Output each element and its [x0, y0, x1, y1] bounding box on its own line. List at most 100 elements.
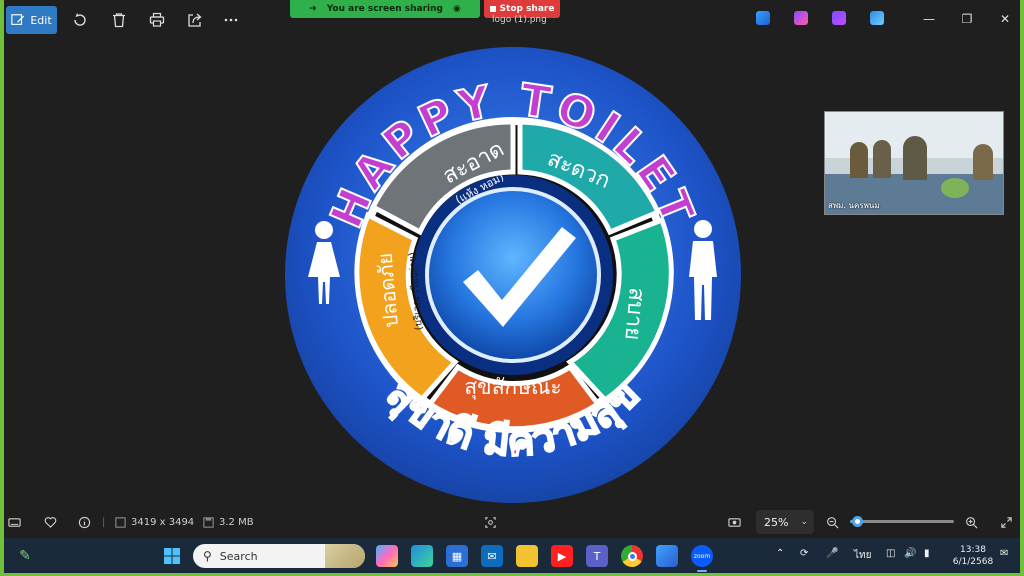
edit-label: Edit [30, 13, 52, 27]
restore-button[interactable]: ❐ [954, 8, 980, 30]
file-size-value: 3.2 MB [219, 516, 254, 528]
taskbar: ✎ ⚲ Search ▦ ✉ ▶ T zoom ⌃ ⟳ 🎤 ไทย ◫ 🔊 ▮ … [4, 538, 1020, 573]
language-indicator[interactable]: ไทย [854, 548, 871, 563]
edit-icon [11, 14, 25, 25]
fit-window-icon [728, 517, 741, 527]
share-button[interactable] [181, 6, 209, 34]
happy-toilet-logo: HAPPY TOILET สุขาดี มีความสุข สะอาด (แห้… [285, 47, 741, 503]
notifications-icon[interactable]: ✉ [1000, 548, 1008, 559]
close-icon: ✕ [999, 12, 1011, 26]
print-icon [149, 12, 165, 27]
designer-icon[interactable] [794, 11, 808, 25]
minimize-button[interactable]: — [916, 8, 942, 30]
taskbar-clock[interactable]: 13:38 6/1/2568 [950, 544, 996, 568]
zoom-slider-thumb[interactable] [852, 516, 864, 527]
stop-icon [489, 6, 496, 12]
microphone-icon[interactable]: 🎤 [826, 548, 838, 559]
print-button[interactable] [143, 6, 171, 34]
chrome-icon [627, 551, 637, 561]
sync-icon[interactable]: ⟳ [800, 548, 808, 559]
video-person [873, 140, 891, 178]
edit-button[interactable]: Edit [6, 6, 57, 34]
dimensions-icon [115, 516, 126, 528]
taskbar-app-zoom[interactable]: zoom [691, 545, 713, 567]
search-icon: ⚲ [203, 549, 212, 563]
zoom-slider[interactable] [850, 516, 954, 527]
fullscreen-button[interactable] [1000, 514, 1013, 530]
zoom-icon: zoom [693, 552, 711, 560]
taskbar-app-teams[interactable]: T [586, 545, 608, 567]
network-icon[interactable]: ◫ [886, 548, 895, 559]
favorite-button[interactable] [44, 514, 57, 530]
taskbar-search[interactable]: ⚲ Search [193, 544, 365, 568]
participant-name: สพม. นครพนม [828, 201, 880, 210]
pen-icon: ✎ [19, 548, 31, 564]
clock-time: 13:38 [960, 545, 986, 555]
photos-app-icon[interactable] [756, 11, 770, 25]
share-arrow-icon: ➜ [309, 4, 317, 14]
onedrive-icon[interactable] [870, 11, 884, 25]
participant-video[interactable]: สพม. นครพนม [824, 111, 1004, 215]
screen-sharing-banner[interactable]: ➜ You are screen sharing ◉ [290, 0, 480, 18]
zoom-in-button[interactable] [965, 514, 978, 530]
trash-icon [113, 13, 125, 28]
filmstrip-button[interactable] [8, 514, 21, 530]
zoom-out-button[interactable] [826, 514, 839, 530]
search-highlight-image [325, 544, 365, 568]
file-size: 3.2 MB [202, 514, 254, 530]
save-icon [203, 516, 214, 528]
more-icon [224, 18, 238, 22]
outlook-icon: ✉ [487, 549, 497, 563]
file-info-button[interactable] [78, 514, 91, 530]
zoom-level-value: 25% [764, 515, 789, 529]
toolbar: Edit ➜ You are screen sharing ◉ Stop sha… [4, 0, 1020, 40]
zoom-level-select[interactable]: 25% ⌄ [756, 510, 814, 534]
taskbar-app-chrome[interactable] [621, 545, 643, 567]
battery-icon[interactable]: ▮ [924, 548, 930, 559]
fit-to-window-button[interactable] [728, 514, 741, 530]
video-person [973, 144, 993, 180]
filmstrip-icon [8, 517, 21, 527]
crop-button[interactable] [484, 514, 497, 530]
video-flowers [941, 178, 969, 198]
share-icon [188, 13, 202, 27]
divider: | [102, 516, 106, 528]
file-name: logo (1).png [492, 15, 547, 25]
show-hidden-icons[interactable]: ⌃ [776, 548, 784, 559]
info-icon [78, 516, 91, 528]
video-person [850, 142, 868, 178]
segment-label-hygiene: สุขลักษณะ [464, 375, 561, 400]
start-button[interactable] [161, 545, 183, 567]
status-bar: | 3419 x 3494 3.2 MB 25% ⌄ [4, 506, 1020, 538]
photo-viewer-window: Edit ➜ You are screen sharing ◉ Stop sha… [4, 0, 1020, 538]
heart-icon [44, 516, 57, 528]
taskbar-app-outlook[interactable]: ✉ [481, 545, 503, 567]
more-options-button[interactable] [217, 6, 245, 34]
store-icon: ▦ [451, 549, 463, 563]
clock-date: 6/1/2568 [952, 557, 994, 567]
clipchamp-icon[interactable] [832, 11, 846, 25]
taskbar-app-youtube[interactable]: ▶ [551, 545, 573, 567]
stop-share-label: Stop share [499, 4, 555, 14]
taskbar-app-store[interactable]: ▦ [446, 545, 468, 567]
taskbar-app-edge[interactable] [411, 545, 433, 567]
taskbar-app-photos[interactable] [656, 545, 678, 567]
close-button[interactable]: ✕ [992, 8, 1018, 30]
taskbar-app-copilot[interactable] [376, 545, 398, 567]
teams-icon: T [593, 549, 601, 563]
youtube-icon: ▶ [557, 549, 567, 563]
crop-icon [485, 516, 496, 528]
zoom-out-icon [827, 516, 839, 528]
start-icon [164, 548, 180, 564]
taskbar-app-file-explorer[interactable] [516, 545, 538, 567]
logo-center-disc [425, 187, 601, 363]
video-person [903, 136, 927, 180]
restore-icon: ❐ [961, 12, 973, 26]
search-placeholder: Search [219, 549, 258, 563]
volume-icon[interactable]: 🔊 [904, 548, 916, 559]
rotate-button[interactable] [66, 6, 94, 34]
fullscreen-icon [1001, 516, 1012, 528]
delete-button[interactable] [105, 6, 133, 34]
widgets-button[interactable]: ✎ [14, 545, 36, 567]
image-dimensions: 3419 x 3494 [114, 514, 194, 530]
